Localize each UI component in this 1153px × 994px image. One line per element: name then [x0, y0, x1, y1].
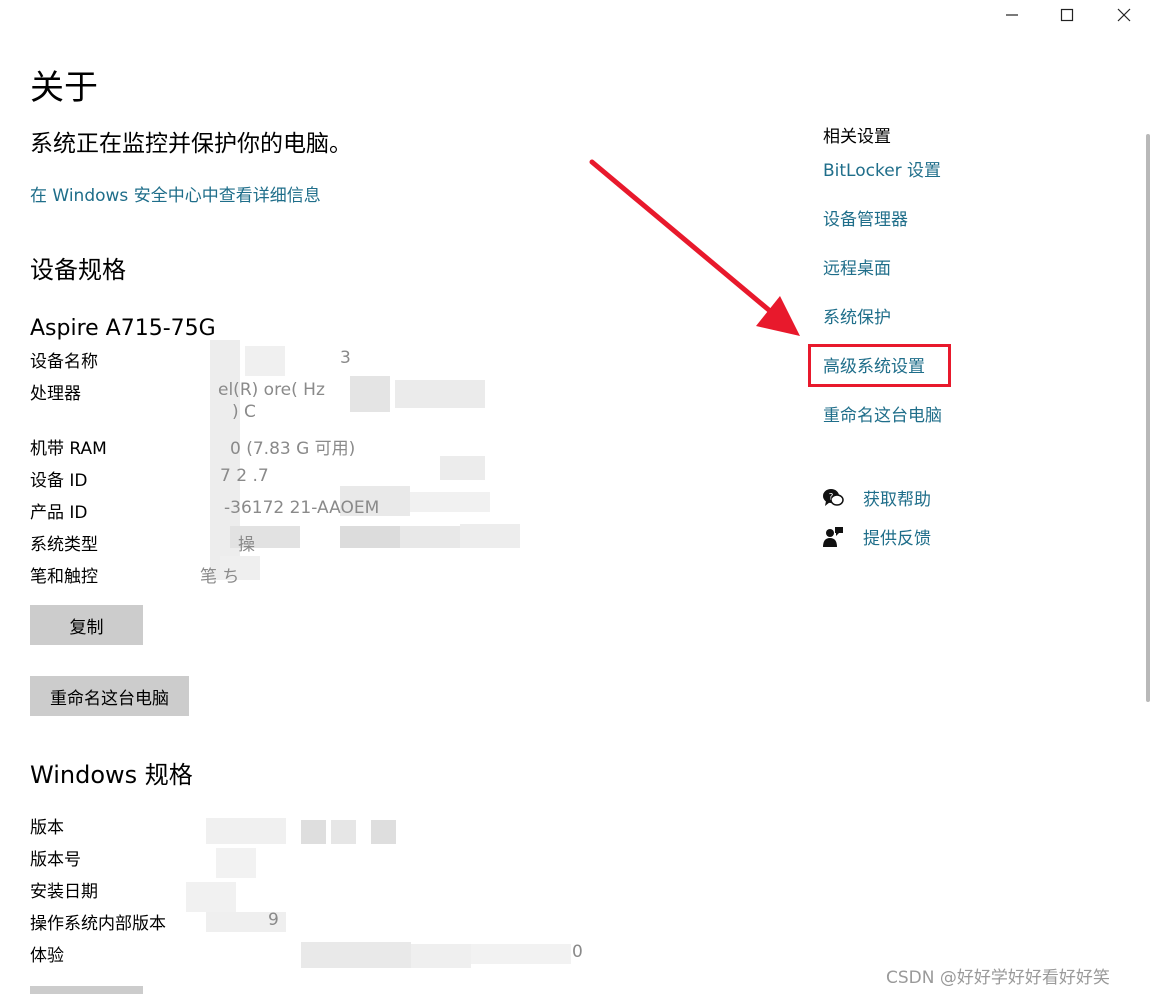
minimize-button[interactable]	[984, 0, 1040, 30]
device-model: Aspire A715-75G	[30, 316, 216, 341]
watermark: CSDN @好好学好好看好好笑	[886, 968, 1110, 988]
system-protection-link[interactable]: 系统保护	[823, 303, 891, 328]
feedback-row[interactable]: 提供反馈	[822, 524, 931, 549]
help-chat-icon: ?	[823, 488, 844, 506]
page-title: 关于	[30, 68, 98, 108]
bitlocker-link[interactable]: BitLocker 设置	[823, 156, 941, 181]
get-help-row[interactable]: ? 获取帮助	[822, 485, 931, 510]
system-type-label: 系统类型	[30, 535, 98, 555]
rename-pc-button[interactable]: 重命名这台电脑	[30, 676, 189, 716]
highlight-box	[808, 344, 951, 387]
ram-value: 0 (7.83 G 可用)	[230, 439, 356, 459]
processor-label: 处理器	[30, 384, 81, 404]
product-id-label: 产品 ID	[30, 503, 88, 523]
device-specs-heading: 设备规格	[30, 256, 126, 284]
maximize-icon	[1060, 8, 1074, 22]
ram-label: 机带 RAM	[30, 439, 107, 459]
product-id-value: -36172 21-AAOEM	[224, 498, 380, 518]
about-page: 关于 系统正在监控并保护你的电脑。 在 Windows 安全中心中查看详细信息 …	[0, 0, 1153, 994]
remote-desktop-link[interactable]: 远程桌面	[823, 254, 891, 279]
maximize-button[interactable]	[1039, 0, 1095, 30]
security-center-link[interactable]: 在 Windows 安全中心中查看详细信息	[30, 181, 321, 206]
os-build-label: 操作系统内部版本	[30, 914, 166, 934]
svg-text:?: ?	[829, 492, 834, 502]
pen-touch-label: 笔和触控	[30, 567, 98, 587]
os-build-value: 9	[268, 910, 279, 930]
experience-label: 体验	[30, 946, 64, 966]
copy-button-2[interactable]	[30, 986, 143, 994]
scrollbar[interactable]	[1146, 134, 1150, 702]
get-help-link[interactable]: 获取帮助	[863, 485, 931, 510]
device-id-label: 设备 ID	[30, 471, 88, 491]
redacted-device-values: 3 el(R) ore( Hz ) C 0 (7.83 G 可用) 7 2 .7…	[190, 336, 560, 588]
close-button[interactable]	[1096, 0, 1152, 30]
device-manager-link[interactable]: 设备管理器	[823, 205, 908, 230]
feedback-person-icon	[823, 526, 843, 547]
version-label: 版本号	[30, 850, 81, 870]
windows-specs-heading: Windows 规格	[30, 761, 193, 789]
close-icon	[1117, 8, 1131, 22]
device-name-value: 3	[340, 348, 351, 368]
processor-value: el(R) ore( Hz	[218, 380, 325, 400]
security-status-text: 系统正在监控并保护你的电脑。	[30, 131, 352, 157]
device-name-label: 设备名称	[30, 352, 98, 372]
system-type-value: 操	[238, 535, 255, 555]
install-date-label: 安装日期	[30, 882, 98, 902]
copy-button[interactable]: 复制	[30, 605, 143, 645]
pen-touch-value: 笔 ち	[200, 567, 240, 587]
minimize-icon	[1006, 14, 1018, 16]
edition-label: 版本	[30, 818, 64, 838]
redacted-windows-values: 9 0	[186, 812, 586, 972]
rename-pc-link[interactable]: 重命名这台电脑	[823, 401, 942, 426]
device-id-value: 7 2 .7	[220, 466, 269, 486]
feedback-link[interactable]: 提供反馈	[863, 524, 931, 549]
related-settings-heading: 相关设置	[823, 127, 891, 147]
experience-value: 0	[572, 942, 583, 962]
processor-value-2: ) C	[232, 402, 256, 422]
